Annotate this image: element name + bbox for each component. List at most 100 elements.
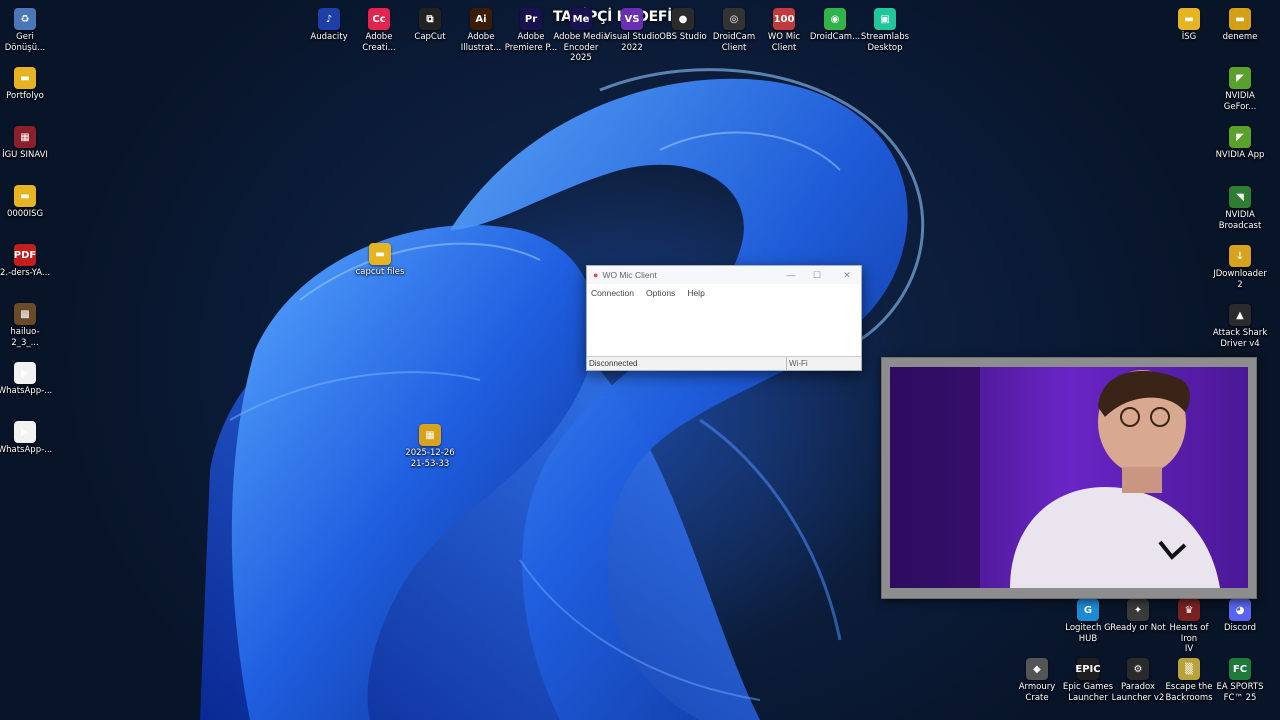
desktop-shortcut-top-3-label: Adobe Illustrat...	[460, 32, 502, 53]
desktop-shortcut-br-3[interactable]: ◕ Discord	[1212, 599, 1268, 634]
desktop: TAKİPÇİ HEDEFİ ♪ Audacity Cc Adobe Creati..…	[0, 0, 1280, 720]
desktop-shortcut-right-4[interactable]: ◥ NVIDIA Broadcast	[1212, 186, 1268, 231]
desktop-shortcut-br-3-label: Discord	[1224, 623, 1256, 633]
desktop-shortcut-right-3-icon: ◤	[1229, 126, 1251, 148]
desktop-shortcut-right-6-icon: ▲	[1229, 304, 1251, 326]
desktop-shortcut-top-4-label: Adobe Premiere P...	[504, 32, 558, 53]
desktop-shortcut-left-3-label: 0000ISG	[6, 209, 44, 219]
microphone-icon: ●	[593, 270, 599, 280]
desktop-shortcut-right-2-icon: ◤	[1229, 67, 1251, 89]
menu-help[interactable]: Help	[687, 288, 704, 298]
menu-connection[interactable]: Connection	[591, 288, 634, 298]
desktop-shortcut-br-6[interactable]: ⚙ Paradox Launcher v2	[1110, 658, 1166, 703]
desktop-shortcut-left-4[interactable]: PDF 2.-ders-YA...	[0, 244, 53, 279]
desktop-file-1[interactable]: ▦ 2025-12-26 21-53-33	[402, 424, 458, 469]
desktop-shortcut-right-1[interactable]: ▬ deneme	[1212, 8, 1268, 43]
desktop-shortcut-left-0-icon: ♻	[14, 8, 36, 30]
transport-status: Wi-Fi	[789, 359, 808, 368]
desktop-shortcut-br-4-icon: ◆	[1026, 658, 1048, 680]
person-silhouette	[890, 367, 1248, 588]
desktop-shortcut-br-0[interactable]: G Logitech G HUB	[1060, 599, 1116, 644]
desktop-shortcut-top-5-icon: Me	[570, 8, 592, 30]
desktop-shortcut-br-5-icon: EPIC	[1075, 658, 1101, 680]
desktop-shortcut-top-3[interactable]: Ai Adobe Illustrat...	[453, 8, 509, 53]
desktop-file-0[interactable]: ▬ capcut files	[352, 243, 408, 278]
desktop-shortcut-br-8[interactable]: FC EA SPORTS FC™ 25	[1212, 658, 1268, 703]
desktop-shortcut-right-1-label: deneme	[1222, 32, 1258, 42]
desktop-shortcut-top-9[interactable]: 100 WO Mic Client	[756, 8, 812, 53]
desktop-shortcut-br-5[interactable]: EPIC Epic Games Launcher	[1060, 658, 1116, 703]
desktop-shortcut-left-7[interactable]: ▶ WhatsApp-...	[0, 421, 53, 456]
desktop-shortcut-top-8[interactable]: ◎ DroidCam Client	[706, 8, 762, 53]
desktop-shortcut-top-0[interactable]: ♪ Audacity	[301, 8, 357, 43]
desktop-shortcut-left-7-label: WhatsApp-...	[0, 445, 53, 455]
desktop-shortcut-top-10[interactable]: ◉ DroidCam...	[807, 8, 863, 43]
desktop-shortcut-br-5-label: Epic Games Launcher	[1062, 682, 1114, 703]
desktop-shortcut-left-1[interactable]: ▬ Portfolyo	[0, 67, 53, 102]
desktop-shortcut-left-2[interactable]: ▦ İGU SINAVI	[0, 126, 53, 161]
desktop-shortcut-br-1-icon: ✦	[1127, 599, 1149, 621]
desktop-shortcut-top-7[interactable]: ● OBS Studio	[655, 8, 711, 43]
webcam-feed	[890, 367, 1248, 588]
desktop-shortcut-left-7-icon: ▶	[14, 421, 36, 443]
desktop-file-1-icon: ▦	[419, 424, 441, 446]
desktop-shortcut-right-2[interactable]: ◤ NVIDIA GeFor...	[1212, 67, 1268, 112]
desktop-shortcut-br-7-icon: ▒	[1178, 658, 1200, 680]
desktop-shortcut-top-2[interactable]: ⧉ CapCut	[402, 8, 458, 43]
desktop-shortcut-right-3[interactable]: ◤ NVIDIA App	[1212, 126, 1268, 161]
desktop-shortcut-left-0[interactable]: ♻ Geri Dönüşü...	[0, 8, 53, 53]
close-button[interactable]: ✕	[839, 268, 855, 282]
desktop-shortcut-top-2-icon: ⧉	[419, 8, 441, 30]
desktop-shortcut-top-11-label: Streamlabs Desktop	[860, 32, 910, 53]
desktop-shortcut-right-6-label: Attack Shark Driver v4	[1212, 328, 1268, 349]
desktop-shortcut-right-6[interactable]: ▲ Attack Shark Driver v4	[1212, 304, 1268, 349]
desktop-shortcut-left-6-label: WhatsApp-...	[0, 386, 53, 396]
desktop-shortcut-top-1[interactable]: Cc Adobe Creati...	[351, 8, 407, 53]
desktop-shortcut-top-1-label: Adobe Creati...	[362, 32, 396, 53]
desktop-shortcut-left-6[interactable]: ▶ WhatsApp-...	[0, 362, 53, 397]
desktop-shortcut-top-11[interactable]: ▣ Streamlabs Desktop	[857, 8, 913, 53]
desktop-shortcut-top-9-label: WO Mic Client	[767, 32, 801, 53]
desktop-shortcut-top-7-label: OBS Studio	[659, 32, 707, 42]
desktop-shortcut-br-2[interactable]: ♛ Hearts of Iron IV	[1161, 599, 1217, 655]
desktop-shortcut-top-10-icon: ◉	[824, 8, 846, 30]
desktop-shortcut-right-0-icon: ▬	[1178, 8, 1200, 30]
desktop-shortcut-top-4[interactable]: Pr Adobe Premiere P...	[503, 8, 559, 53]
desktop-shortcut-right-5-icon: ↓	[1229, 245, 1251, 267]
webcam-overlay	[881, 357, 1257, 599]
desktop-shortcut-top-6[interactable]: VS Visual Studio 2022	[604, 8, 660, 53]
desktop-shortcut-left-5-icon: ▩	[14, 303, 36, 325]
desktop-shortcut-top-7-icon: ●	[672, 8, 694, 30]
desktop-shortcut-br-4-label: Armoury Crate	[1018, 682, 1056, 703]
desktop-shortcut-left-3[interactable]: ▬ 0000ISG	[0, 185, 53, 220]
desktop-shortcut-right-5[interactable]: ↓ JDownloader 2	[1212, 245, 1268, 290]
desktop-shortcut-br-0-label: Logitech G HUB	[1065, 623, 1111, 644]
desktop-file-0-label: capcut files	[355, 267, 405, 277]
wo-mic-titlebar[interactable]: ● WO Mic Client — ☐ ✕	[587, 266, 861, 284]
maximize-button[interactable]: ☐	[809, 268, 825, 282]
desktop-shortcut-br-1[interactable]: ✦ Ready or Not	[1110, 599, 1166, 634]
desktop-shortcut-left-3-icon: ▬	[14, 185, 36, 207]
desktop-shortcut-top-2-label: CapCut	[414, 32, 446, 42]
desktop-shortcut-left-5[interactable]: ▩ hailuo-2_3_...	[0, 303, 53, 348]
desktop-shortcut-br-6-label: Paradox Launcher v2	[1111, 682, 1165, 703]
desktop-shortcut-left-5-label: hailuo-2_3_...	[10, 327, 40, 348]
window-title: WO Mic Client	[602, 270, 657, 280]
desktop-shortcut-top-8-icon: ◎	[723, 8, 745, 30]
wo-mic-window[interactable]: ● WO Mic Client — ☐ ✕ Connection Options…	[586, 265, 862, 371]
desktop-shortcut-br-7[interactable]: ▒ Escape the Backrooms	[1161, 658, 1217, 703]
desktop-shortcut-right-0[interactable]: ▬ İSG	[1161, 8, 1217, 43]
desktop-shortcut-top-9-icon: 100	[773, 8, 795, 30]
desktop-shortcut-top-5-label: Adobe Media Encoder 2025	[553, 32, 609, 63]
desktop-shortcut-left-6-icon: ▶	[14, 362, 36, 384]
desktop-shortcut-br-8-icon: FC	[1229, 658, 1251, 680]
desktop-shortcut-br-2-icon: ♛	[1178, 599, 1200, 621]
desktop-shortcut-top-1-icon: Cc	[368, 8, 390, 30]
desktop-shortcut-br-4[interactable]: ◆ Armoury Crate	[1009, 658, 1065, 703]
desktop-shortcut-top-5[interactable]: Me Adobe Media Encoder 2025	[553, 8, 609, 64]
menu-options[interactable]: Options	[646, 288, 675, 298]
desktop-file-0-icon: ▬	[369, 243, 391, 265]
status-bar: Disconnected Wi-Fi	[587, 356, 861, 370]
desktop-shortcut-left-0-label: Geri Dönüşü...	[4, 32, 46, 53]
minimize-button[interactable]: —	[783, 268, 799, 282]
